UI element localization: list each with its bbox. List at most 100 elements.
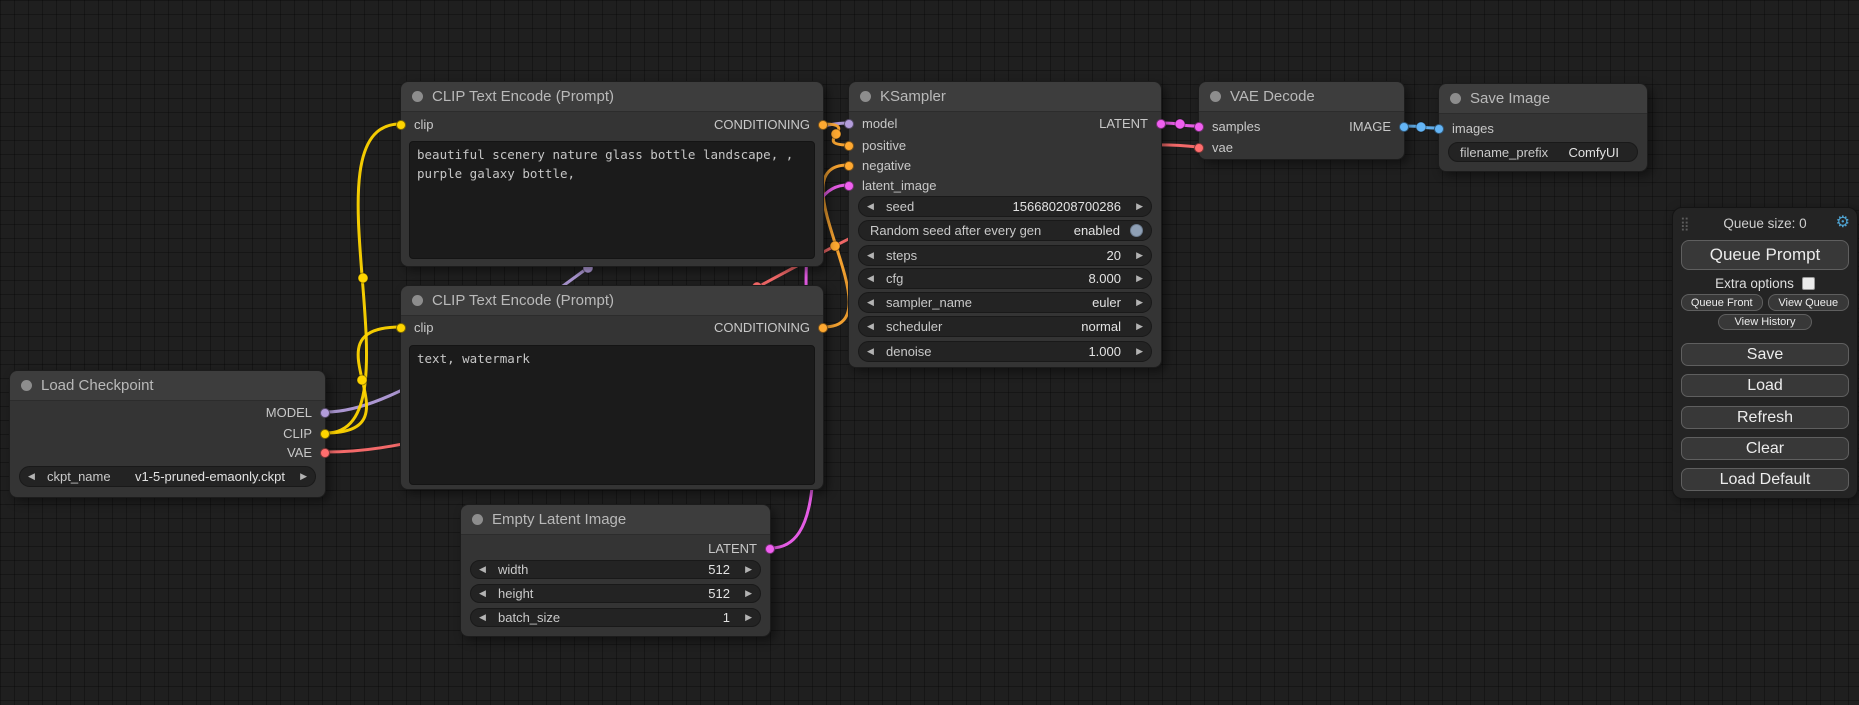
view-queue-button[interactable]: View Queue [1768,294,1850,311]
widget-label: height [495,586,536,601]
widget-seed[interactable]: ◀ seed 156680208700286 ▶ [858,196,1152,217]
node-title: KSampler [880,88,946,105]
node-vae-decode[interactable]: VAE Decode samples IMAGE vae [1198,81,1405,160]
node-save-image[interactable]: Save Image images filename_prefix ComfyU… [1438,83,1648,172]
view-history-button[interactable]: View History [1718,314,1812,330]
node-title-bar[interactable]: Empty Latent Image [461,505,770,535]
output-slot-latent[interactable] [765,544,775,554]
input-slot-positive[interactable] [844,141,854,151]
queue-prompt-button[interactable]: Queue Prompt [1681,240,1849,270]
widget-ckpt-name[interactable]: ◀ ckpt_name v1-5-pruned-emaonly.ckpt ▶ [19,466,316,487]
node-title-bar[interactable]: KSampler [849,82,1161,112]
widget-denoise[interactable]: ◀ denoise 1.000 ▶ [858,341,1152,362]
node-title-bar[interactable]: Save Image [1439,84,1647,114]
right-arrow-icon[interactable]: ▶ [1131,322,1143,331]
left-arrow-icon[interactable]: ◀ [479,589,491,598]
input-slot-negative[interactable] [844,161,854,171]
node-title-bar[interactable]: CLIP Text Encode (Prompt) [401,286,823,316]
load-button[interactable]: Load [1681,374,1849,397]
left-arrow-icon[interactable]: ◀ [867,298,879,307]
output-slot-conditioning[interactable] [818,120,828,130]
collapse-toggle-icon[interactable] [1210,91,1221,102]
right-arrow-icon[interactable]: ▶ [1131,251,1143,260]
prompt-textarea[interactable]: beautiful scenery nature glass bottle la… [409,141,815,259]
input-label-negative: negative [862,158,911,173]
save-button[interactable]: Save [1681,343,1849,366]
input-label-vae: vae [1212,140,1233,155]
extra-options-row: Extra options [1681,274,1849,292]
widget-label: steps [883,248,920,263]
input-slot-samples[interactable] [1194,122,1204,132]
output-slot-vae[interactable] [320,448,330,458]
node-graph-canvas[interactable]: Load Checkpoint MODEL CLIP VAE ◀ ckpt_na… [0,0,1859,705]
widget-cfg[interactable]: ◀ cfg 8.000 ▶ [858,268,1152,289]
input-slot-latent-image[interactable] [844,181,854,191]
input-slot-images[interactable] [1434,124,1444,134]
settings-gear-icon[interactable]: ⚙ [1836,215,1850,231]
output-slot-latent[interactable] [1156,119,1166,129]
left-arrow-icon[interactable]: ◀ [479,613,491,622]
right-arrow-icon[interactable]: ▶ [740,613,752,622]
left-arrow-icon[interactable]: ◀ [867,202,879,211]
widget-height[interactable]: ◀ height 512 ▶ [470,584,761,603]
node-title-bar[interactable]: CLIP Text Encode (Prompt) [401,82,823,112]
widget-sampler-name[interactable]: ◀ sampler_name euler ▶ [858,292,1152,313]
collapse-toggle-icon[interactable] [412,91,423,102]
output-slot-conditioning[interactable] [818,323,828,333]
node-ksampler[interactable]: KSampler model LATENT positive negative … [848,81,1162,368]
link-midpoint-dot [831,129,841,139]
output-slot-image[interactable] [1399,122,1409,132]
right-arrow-icon[interactable]: ▶ [1131,202,1143,211]
left-arrow-icon[interactable]: ◀ [867,251,879,260]
node-clip-text-encode-positive[interactable]: CLIP Text Encode (Prompt) clip CONDITION… [400,81,824,267]
widget-steps[interactable]: ◀ steps 20 ▶ [858,245,1152,266]
right-arrow-icon[interactable]: ▶ [1131,298,1143,307]
clear-button[interactable]: Clear [1681,437,1849,460]
refresh-button[interactable]: Refresh [1681,406,1849,429]
widget-width[interactable]: ◀ width 512 ▶ [470,560,761,579]
left-arrow-icon[interactable]: ◀ [867,347,879,356]
node-title: Load Checkpoint [41,377,154,394]
extra-options-checkbox[interactable] [1802,277,1815,290]
link-midpoint-dot [357,375,367,385]
right-arrow-icon[interactable]: ▶ [740,589,752,598]
left-arrow-icon[interactable]: ◀ [479,565,491,574]
widget-value: 156680208700286 [1013,199,1121,214]
collapse-toggle-icon[interactable] [21,380,32,391]
right-arrow-icon[interactable]: ▶ [740,565,752,574]
left-arrow-icon[interactable]: ◀ [28,472,40,481]
toggle-dot-icon[interactable] [1130,224,1143,237]
widget-filename-prefix[interactable]: filename_prefix ComfyUI [1448,142,1638,162]
slot-row: VAE [10,443,325,463]
input-slot-vae[interactable] [1194,143,1204,153]
widget-value: 20 [1107,248,1121,263]
input-slot-clip[interactable] [396,323,406,333]
node-empty-latent-image[interactable]: Empty Latent Image LATENT ◀ width 512 ▶ … [460,504,771,637]
right-arrow-icon[interactable]: ▶ [1131,274,1143,283]
widget-label: cfg [883,271,906,286]
collapse-toggle-icon[interactable] [412,295,423,306]
input-slot-model[interactable] [844,119,854,129]
left-arrow-icon[interactable]: ◀ [867,322,879,331]
output-slot-model[interactable] [320,408,330,418]
link-midpoint-dot [830,241,840,251]
node-title-bar[interactable]: VAE Decode [1199,82,1404,112]
queue-front-button[interactable]: Queue Front [1681,294,1763,311]
right-arrow-icon[interactable]: ▶ [295,472,307,481]
node-title-bar[interactable]: Load Checkpoint [10,371,325,401]
node-title: Empty Latent Image [492,511,626,528]
node-load-checkpoint[interactable]: Load Checkpoint MODEL CLIP VAE ◀ ckpt_na… [9,370,326,498]
right-arrow-icon[interactable]: ▶ [1131,347,1143,356]
collapse-toggle-icon[interactable] [1450,93,1461,104]
widget-batch-size[interactable]: ◀ batch_size 1 ▶ [470,608,761,627]
input-slot-clip[interactable] [396,120,406,130]
prompt-textarea[interactable]: text, watermark [409,345,815,485]
load-default-button[interactable]: Load Default [1681,468,1849,491]
widget-control-after-generate[interactable]: Random seed after every gen enabled [858,220,1152,241]
left-arrow-icon[interactable]: ◀ [867,274,879,283]
widget-scheduler[interactable]: ◀ scheduler normal ▶ [858,316,1152,337]
collapse-toggle-icon[interactable] [472,514,483,525]
output-slot-clip[interactable] [320,429,330,439]
node-clip-text-encode-negative[interactable]: CLIP Text Encode (Prompt) clip CONDITION… [400,285,824,490]
collapse-toggle-icon[interactable] [860,91,871,102]
